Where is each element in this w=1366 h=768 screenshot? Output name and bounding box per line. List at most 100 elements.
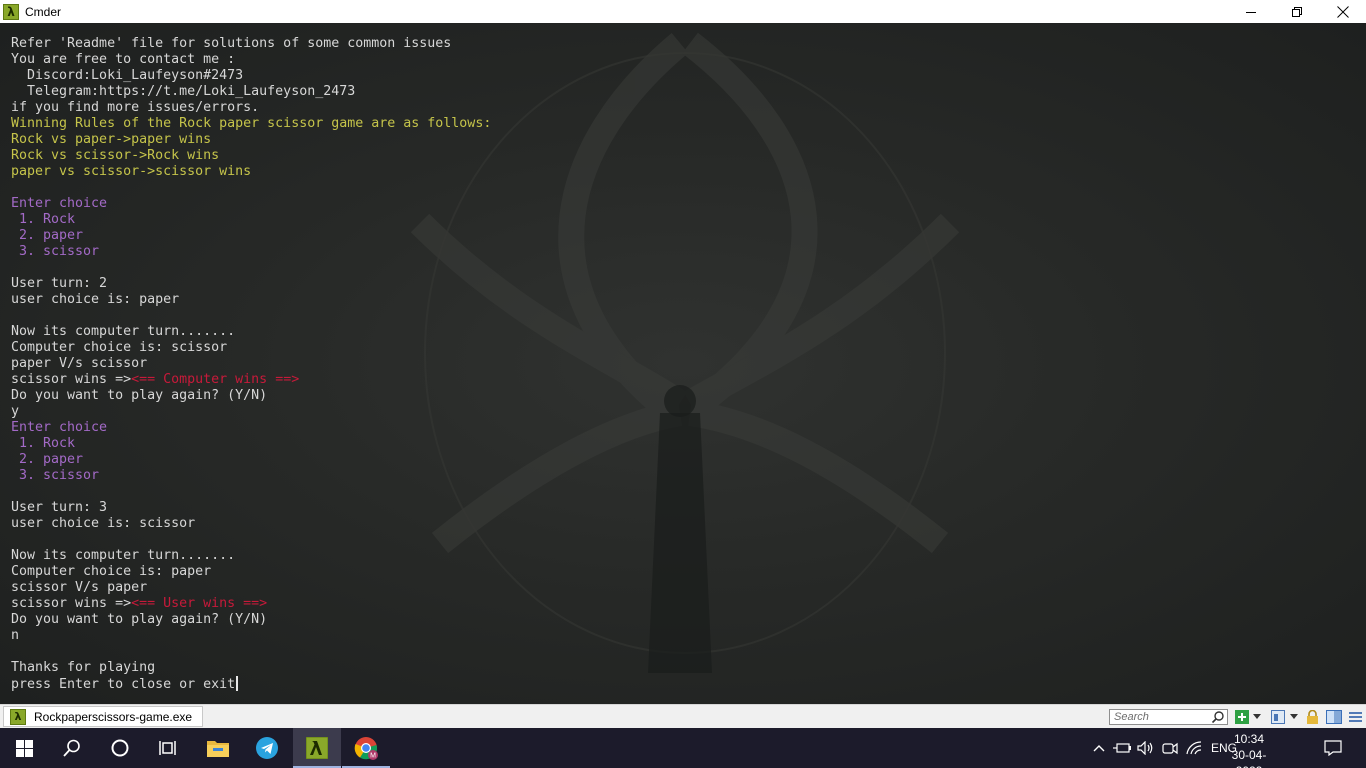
search-placeholder: Search	[1114, 711, 1149, 723]
clock-date: 30-04-2022	[1231, 748, 1267, 768]
telegram-button[interactable]	[243, 728, 291, 768]
hamburger-menu-icon	[1349, 712, 1362, 722]
chevron-down-icon	[1253, 714, 1261, 719]
minimize-button[interactable]	[1228, 0, 1274, 23]
console-line: Enter choice	[11, 420, 491, 436]
console-text: paper vs scissor->scissor wins	[11, 164, 252, 179]
wifi-icon	[1186, 741, 1202, 755]
restore-button[interactable]	[1274, 0, 1320, 23]
console-line: scissor wins =><== Computer wins ==>	[11, 372, 491, 388]
console-line: Now its computer turn.......	[11, 324, 491, 340]
telegram-icon	[256, 737, 278, 759]
title-bar: λ Cmder	[0, 0, 1366, 23]
console-text: 3. scissor	[11, 468, 100, 483]
split-view-icon	[1326, 710, 1342, 724]
console-tab[interactable]: λ Rockpaperscissors-game.exe	[3, 706, 204, 727]
action-center-button[interactable]	[1318, 728, 1348, 768]
console-text: Now its computer turn.......	[11, 548, 236, 563]
console-text: Computer choice is: paper	[11, 564, 212, 579]
menu-button[interactable]	[1349, 709, 1362, 725]
console-text: Winning Rules of the Rock paper scissor …	[11, 116, 492, 131]
console-list-button[interactable]	[1271, 709, 1285, 725]
console-text: Computer choice is: scissor	[11, 340, 228, 355]
console-line: Thanks for playing	[11, 660, 491, 676]
console-lines: Refer 'Readme' file for solutions of som…	[11, 36, 491, 692]
split-view-button[interactable]	[1326, 709, 1342, 725]
console-list-dropdown[interactable]	[1290, 709, 1298, 725]
console-text: 2. paper	[11, 228, 84, 243]
start-button[interactable]	[0, 728, 48, 768]
cortana-button[interactable]	[96, 728, 144, 768]
console-text: scissor wins =>	[11, 372, 132, 387]
console-text: You are free to contact me :	[11, 52, 236, 67]
power-tray-button[interactable]	[1112, 728, 1132, 768]
chrome-button[interactable]: M	[342, 728, 390, 768]
console-text: press Enter to close or exit	[11, 677, 236, 692]
new-console-button[interactable]	[1235, 709, 1249, 725]
console-text: 1. Rock	[11, 212, 76, 227]
console-line: Refer 'Readme' file for solutions of som…	[11, 36, 491, 52]
console-text: user choice is: scissor	[11, 516, 196, 531]
console-line: scissor V/s paper	[11, 580, 491, 596]
restore-icon	[1292, 6, 1302, 17]
console-output[interactable]: Refer 'Readme' file for solutions of som…	[0, 23, 1366, 704]
file-explorer-button[interactable]	[194, 728, 242, 768]
console-text: User turn: 2	[11, 276, 108, 291]
console-text: paper V/s scissor	[11, 356, 148, 371]
console-text: user choice is: paper	[11, 292, 180, 307]
cortana-icon	[111, 739, 129, 757]
cmder-lambda-icon: λ	[3, 3, 19, 20]
console-line: n	[11, 628, 491, 644]
console-text: Refer 'Readme' file for solutions of som…	[11, 36, 452, 51]
network-button[interactable]	[1184, 728, 1206, 768]
search-icon	[63, 739, 80, 757]
chevron-down-icon	[1290, 714, 1298, 719]
chrome-icon: M	[354, 737, 378, 760]
console-line: Winning Rules of the Rock paper scissor …	[11, 116, 491, 132]
console-text: if you find more issues/errors.	[11, 100, 260, 115]
console-line: User turn: 2	[11, 276, 491, 292]
console-line: Now its computer turn.......	[11, 548, 491, 564]
console-text: n	[11, 628, 20, 643]
taskbar-search-button[interactable]	[48, 728, 96, 768]
task-view-button[interactable]	[144, 728, 192, 768]
window-title: Cmder	[25, 4, 62, 19]
console-text: scissor wins =>	[11, 596, 132, 611]
console-text: Telegram:https://t.me/Loki_Laufeyson_247…	[11, 84, 356, 99]
new-console-dropdown[interactable]	[1253, 709, 1261, 725]
volume-button[interactable]	[1136, 728, 1156, 768]
console-text: Rock vs paper->paper wins	[11, 132, 212, 147]
console-line: scissor wins =><== User wins ==>	[11, 596, 491, 612]
console-line: 3. scissor	[11, 244, 491, 260]
svg-text:M: M	[370, 753, 376, 760]
console-line: User turn: 3	[11, 500, 491, 516]
console-line: Computer choice is: paper	[11, 564, 491, 580]
console-line: y	[11, 404, 491, 420]
meet-now-button[interactable]	[1160, 728, 1180, 768]
console-line: press Enter to close or exit	[11, 676, 491, 692]
console-text: scissor V/s paper	[11, 580, 148, 595]
window-list-icon	[1271, 710, 1285, 724]
search-input[interactable]: Search	[1109, 709, 1228, 725]
console-line: 2. paper	[11, 228, 491, 244]
show-hidden-icons-button[interactable]	[1090, 728, 1108, 768]
console-line: Telegram:https://t.me/Loki_Laufeyson_247…	[11, 84, 491, 100]
console-text: Thanks for playing	[11, 660, 156, 675]
lock-button[interactable]	[1306, 709, 1319, 725]
windows-start-icon	[15, 739, 33, 757]
lock-icon	[1307, 710, 1318, 724]
console-text: <== User wins ==>	[131, 596, 268, 611]
console-line: Rock vs paper->paper wins	[11, 132, 491, 148]
tab-label: Rockpaperscissors-game.exe	[34, 709, 193, 724]
speaker-icon	[1137, 741, 1153, 755]
console-text: Do you want to play again? (Y/N)	[11, 612, 268, 627]
cmder-taskbar-button[interactable]	[293, 728, 341, 768]
console-text: 3. scissor	[11, 244, 100, 259]
close-button[interactable]	[1320, 0, 1366, 23]
minimize-icon	[1246, 11, 1256, 13]
console-line: 2. paper	[11, 452, 491, 468]
clock[interactable]: 10:34 30-04-2022	[1220, 731, 1278, 768]
